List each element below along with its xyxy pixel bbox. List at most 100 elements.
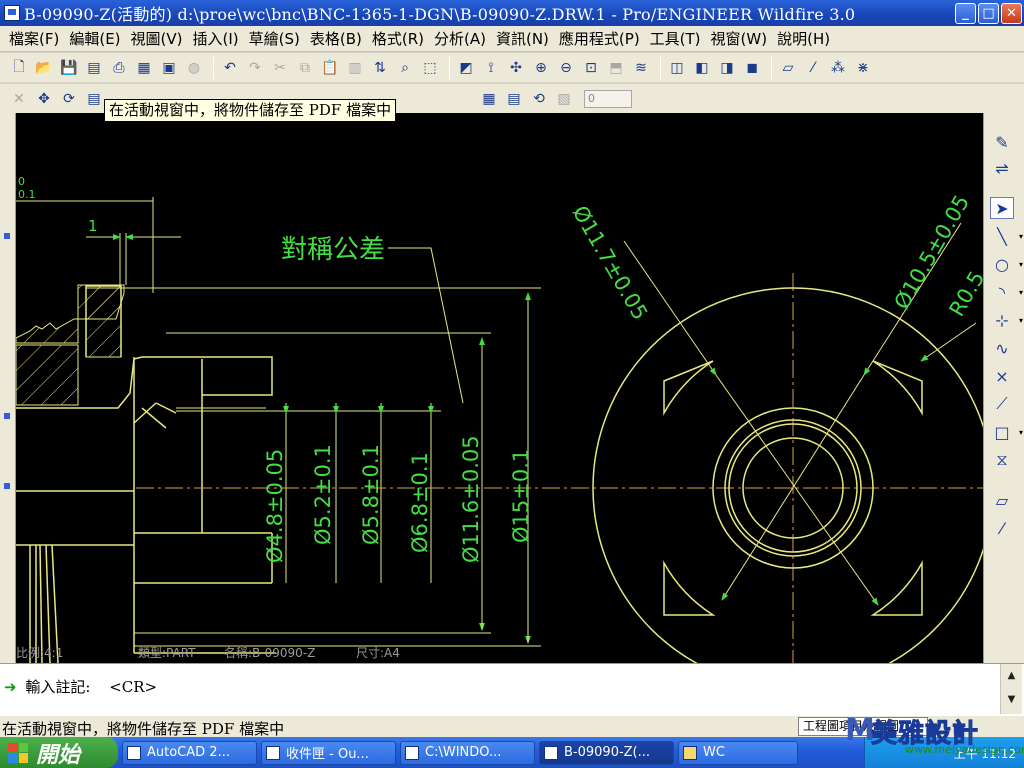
maximize-button[interactable]: □ <box>978 3 999 24</box>
cut-icon[interactable]: ✂ <box>269 57 291 79</box>
regenerate-icon[interactable]: ⇅ <box>369 57 391 79</box>
menu-sketch[interactable]: 草繪(S) <box>244 28 305 49</box>
select-box-icon[interactable]: ⬚ <box>419 57 441 79</box>
taskbar-item-cmd[interactable]: C:\WINDO... <box>400 740 535 765</box>
sheet-number-spinner[interactable]: 0 <box>584 90 632 108</box>
menu-table[interactable]: 表格(B) <box>305 28 367 49</box>
message-scrollbar[interactable]: ▲ ▼ <box>1000 664 1022 714</box>
datum-axis-icon[interactable]: ⁄ <box>802 57 824 79</box>
no-hidden-icon[interactable]: ◨ <box>716 57 738 79</box>
message-area[interactable]: ➜ 輸入註記: <CR> <box>0 663 1024 715</box>
copy-icon[interactable]: ⧉ <box>294 57 316 79</box>
hidden-line-icon[interactable]: ◧ <box>691 57 713 79</box>
taskbar-item-outlook[interactable]: 收件匣 - Ou... <box>261 740 396 765</box>
drawing-canvas[interactable]: 0 0.1 1 對稱公差 Ø4.8±0.05 Ø5.2±0.1 Ø5.8±0.1… <box>16 113 983 663</box>
taskbar-item-proe[interactable]: B-09090-Z(... <box>539 740 674 765</box>
coord-sys-icon[interactable]: ⋇ <box>852 57 874 79</box>
dropdown-arrow-icon[interactable]: ▾ <box>1019 316 1023 325</box>
menu-view[interactable]: 視圖(V) <box>126 28 188 49</box>
dim-r0-5[interactable]: R0.5 <box>945 267 983 321</box>
spin-center-icon[interactable]: ⟟ <box>480 57 502 79</box>
zoom-out-icon[interactable]: ⊖ <box>555 57 577 79</box>
dim-d11-6[interactable]: Ø11.6±0.05 <box>459 435 483 563</box>
orient-icon[interactable]: ✣ <box>505 57 527 79</box>
fillet-tool-icon[interactable]: ⊹ ▾ <box>990 309 1023 331</box>
dim-zero-label[interactable]: 0 <box>18 175 25 188</box>
line-tool-icon[interactable]: ╲ ▾ <box>990 225 1023 247</box>
menu-insert[interactable]: 插入(I) <box>188 28 244 49</box>
paste-special-icon[interactable]: ▥ <box>344 57 366 79</box>
close-button[interactable]: ✕ <box>1001 3 1022 24</box>
sheet-icon[interactable]: ▤ <box>83 88 105 110</box>
refresh-icon[interactable]: ⟳ <box>58 88 80 110</box>
mirror-tool-icon[interactable]: ⧖ <box>990 449 1014 471</box>
symmetric-tolerance-note[interactable]: 對稱公差 <box>281 235 385 265</box>
export-pdf-icon[interactable]: ▤ <box>83 57 105 79</box>
dropdown-arrow-icon[interactable]: ▾ <box>1019 428 1023 437</box>
dropdown-arrow-icon[interactable]: ▾ <box>1019 232 1023 241</box>
start-button[interactable]: 開始 <box>0 737 118 768</box>
delete-icon[interactable]: ✕ <box>8 88 30 110</box>
repaint-icon[interactable]: ◩ <box>455 57 477 79</box>
zoom-in-icon[interactable]: ⊕ <box>530 57 552 79</box>
move-icon[interactable]: ✥ <box>33 88 55 110</box>
page-setup-icon[interactable]: ▦ <box>133 57 155 79</box>
point-tool-icon[interactable]: × <box>990 365 1014 387</box>
pdf-save-icon[interactable]: ▣ <box>158 57 180 79</box>
table-hatch-icon[interactable]: ▧ <box>553 88 575 110</box>
scroll-up-icon[interactable]: ▲ <box>1001 664 1022 688</box>
print-icon[interactable]: ⎙ <box>108 57 130 79</box>
menu-file[interactable]: 檔案(F) <box>4 28 64 49</box>
table-update-icon[interactable]: ⟲ <box>528 88 550 110</box>
menu-info[interactable]: 資訊(N) <box>491 28 554 49</box>
paste-icon[interactable]: 📋 <box>319 57 341 79</box>
menu-help[interactable]: 說明(H) <box>772 28 835 49</box>
rectangle-tool-icon[interactable]: □ ▾ <box>990 421 1023 443</box>
spline-tool-icon[interactable]: ∿ <box>990 337 1014 359</box>
select-arrow-icon[interactable]: ➤ <box>990 197 1014 219</box>
shading-icon[interactable]: ◼ <box>741 57 763 79</box>
redo-icon[interactable]: ↷ <box>244 57 266 79</box>
table-icon[interactable]: ▦ <box>478 88 500 110</box>
app-icon[interactable] <box>4 5 20 21</box>
datum-plane-icon[interactable]: ▱ <box>777 57 799 79</box>
menu-edit[interactable]: 編輯(E) <box>64 28 125 49</box>
dim-d15[interactable]: Ø15±0.1 <box>509 449 533 543</box>
dim-d4-8[interactable]: Ø4.8±0.05 <box>263 449 287 563</box>
arc-tool-icon[interactable]: ◝ ▾ <box>990 281 1023 303</box>
sketch-plane-icon[interactable]: ▱ <box>990 489 1014 511</box>
dropdown-arrow-icon[interactable]: ▾ <box>1019 288 1023 297</box>
dim-d11-7[interactable]: Ø11.7±0.05 <box>568 202 653 325</box>
circle-tool-icon[interactable]: ○ ▾ <box>990 253 1023 275</box>
taskbar-item-wc[interactable]: WC <box>678 740 798 765</box>
datum-point-icon[interactable]: ⁂ <box>827 57 849 79</box>
dim-tolerance-label[interactable]: 0.1 <box>18 188 36 201</box>
undo-icon[interactable]: ↶ <box>219 57 241 79</box>
construction-line-icon[interactable]: ⁄ <box>990 517 1014 539</box>
dim-d5-8[interactable]: Ø5.8±0.1 <box>359 444 383 545</box>
layers-icon[interactable]: ≋ <box>630 57 652 79</box>
offset-tool-icon[interactable]: ⟋ <box>990 393 1014 415</box>
open-folder-icon[interactable]: 📂 <box>33 57 55 79</box>
menu-tools[interactable]: 工具(T) <box>645 28 706 49</box>
new-file-icon[interactable]: 🗋 <box>8 57 30 79</box>
taskbar-item-autocad[interactable]: AutoCAD 2... <box>122 740 257 765</box>
dropdown-arrow-icon[interactable]: ▾ <box>1019 260 1023 269</box>
sketch-grid-icon[interactable]: ⇌ <box>990 157 1014 179</box>
drawing-svg[interactable]: 0 0.1 1 對稱公差 Ø4.8±0.05 Ø5.2±0.1 Ø5.8±0.1… <box>16 113 983 663</box>
save-icon[interactable]: 💾 <box>58 57 80 79</box>
menu-analysis[interactable]: 分析(A) <box>429 28 491 49</box>
send-mail-icon[interactable]: ◍ <box>183 57 205 79</box>
dim-one-label[interactable]: 1 <box>88 217 98 235</box>
menu-applications[interactable]: 應用程式(P) <box>554 28 645 49</box>
menu-format[interactable]: 格式(R) <box>367 28 429 49</box>
dim-d6-8[interactable]: Ø6.8±0.1 <box>408 452 432 553</box>
scroll-down-icon[interactable]: ▼ <box>1001 688 1022 712</box>
reorient-icon[interactable]: ⬒ <box>605 57 627 79</box>
sketcher-settings-icon[interactable]: ✎ <box>990 131 1014 153</box>
refit-icon[interactable]: ⊡ <box>580 57 602 79</box>
table-row-icon[interactable]: ▤ <box>503 88 525 110</box>
dim-d5-2[interactable]: Ø5.2±0.1 <box>311 444 335 545</box>
wireframe-icon[interactable]: ◫ <box>666 57 688 79</box>
find-icon[interactable]: ⌕ <box>394 57 416 79</box>
